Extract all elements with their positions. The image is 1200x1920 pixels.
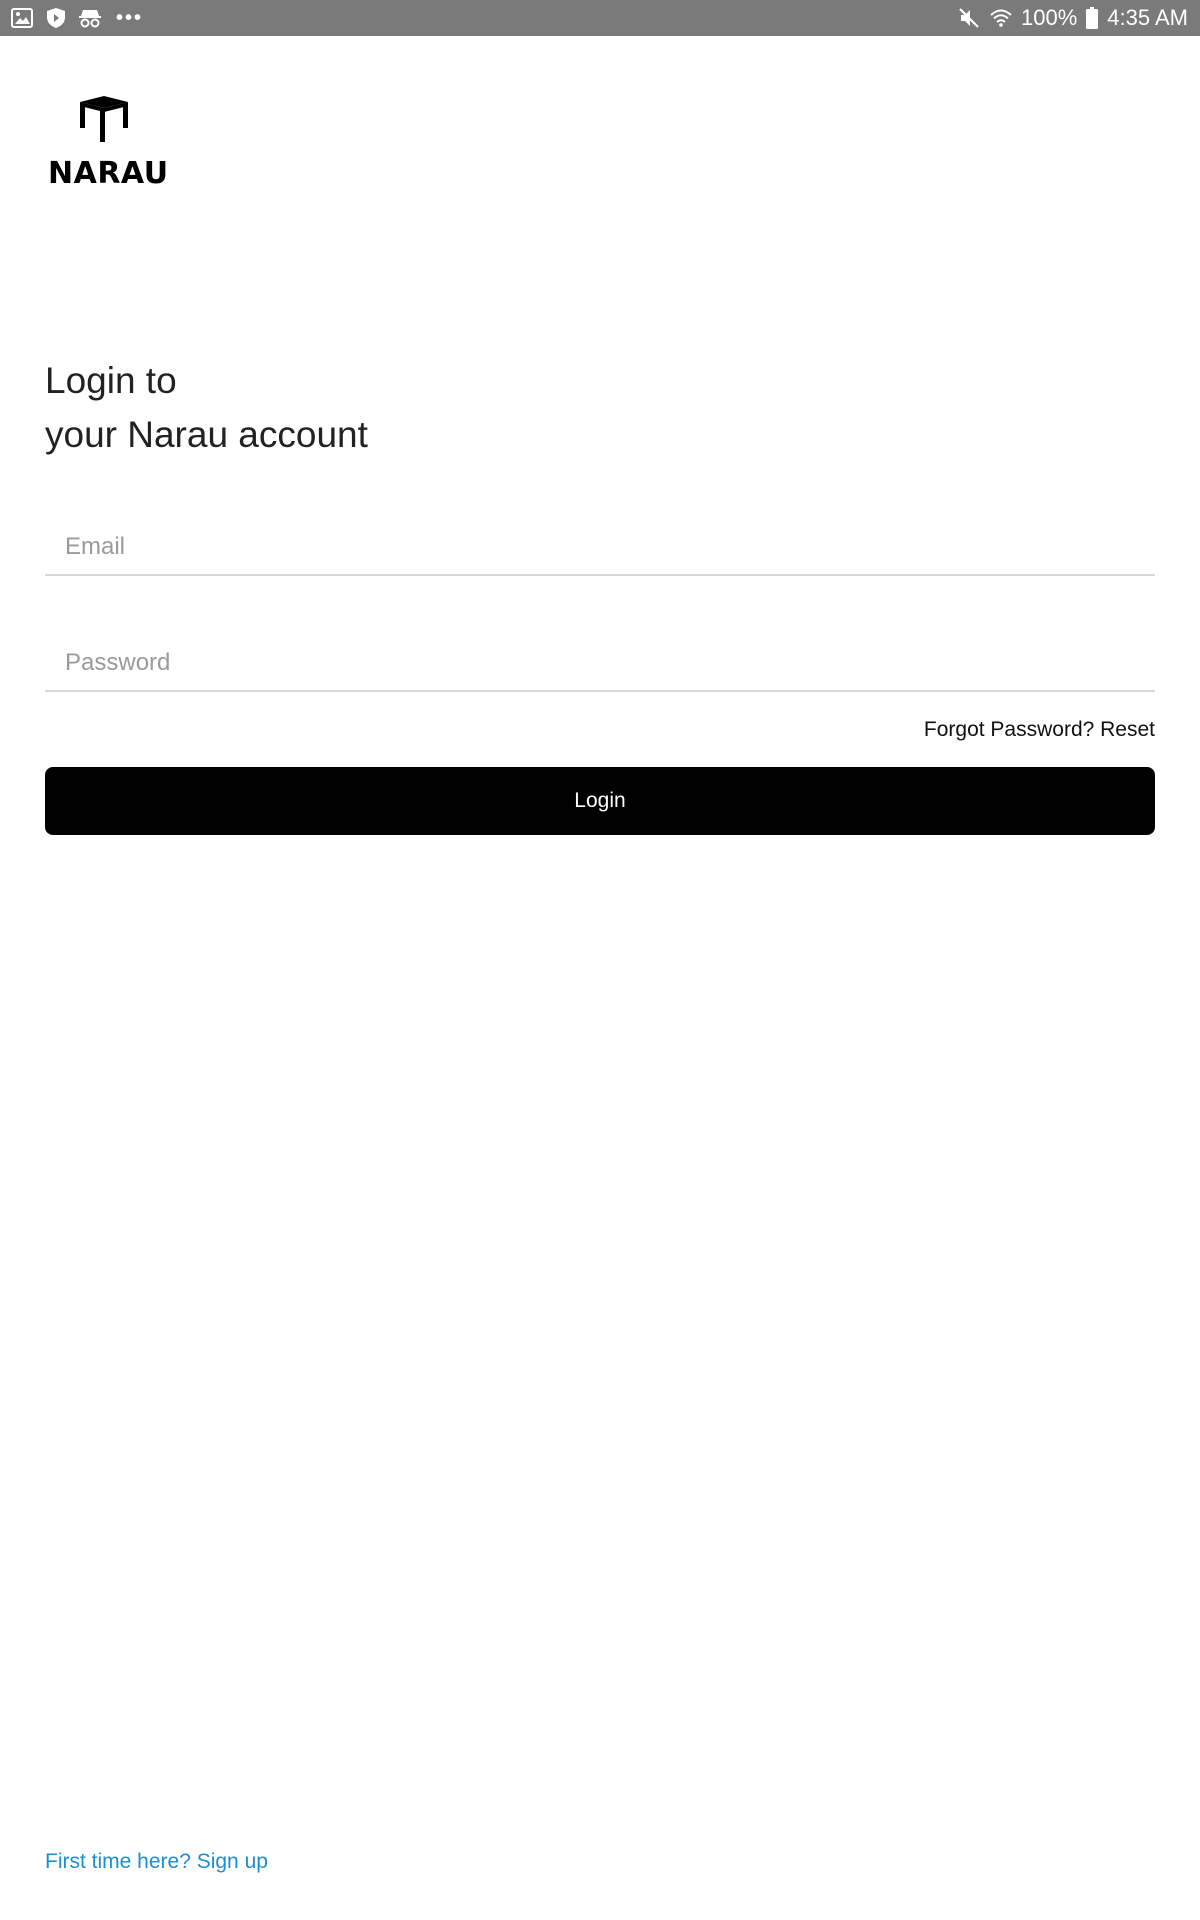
page-title-line-2: your Narau account [45,414,368,455]
sign-up-link[interactable]: First time here? Sign up [45,1850,268,1874]
status-bar-left: ••• [10,6,143,30]
wifi-icon [989,6,1013,30]
page-title-line-1: Login to [45,360,177,401]
shield-icon [44,6,68,30]
logo-text: NARAU [48,156,169,191]
email-input[interactable] [63,526,1147,568]
table-icon [80,96,128,142]
forgot-password-link[interactable]: Forgot Password? Reset [924,718,1155,742]
mute-icon [957,6,981,30]
login-button[interactable]: Login [45,767,1155,835]
password-field [45,628,1155,692]
battery-percentage: 100% [1021,5,1078,30]
battery-icon [1085,6,1099,30]
more-dots-icon: ••• [116,7,144,29]
email-field [45,512,1155,576]
status-bar-right: 100% 4:35 AM [957,4,1188,32]
page-title: Login to your Narau account [45,354,368,462]
clock: 4:35 AM [1107,5,1188,30]
password-input[interactable] [63,642,1147,684]
incognito-icon [78,6,102,30]
status-bar: ••• 100% 4:35 AM [0,0,1200,36]
gallery-icon [10,6,34,30]
app-logo: NARAU [48,94,168,191]
